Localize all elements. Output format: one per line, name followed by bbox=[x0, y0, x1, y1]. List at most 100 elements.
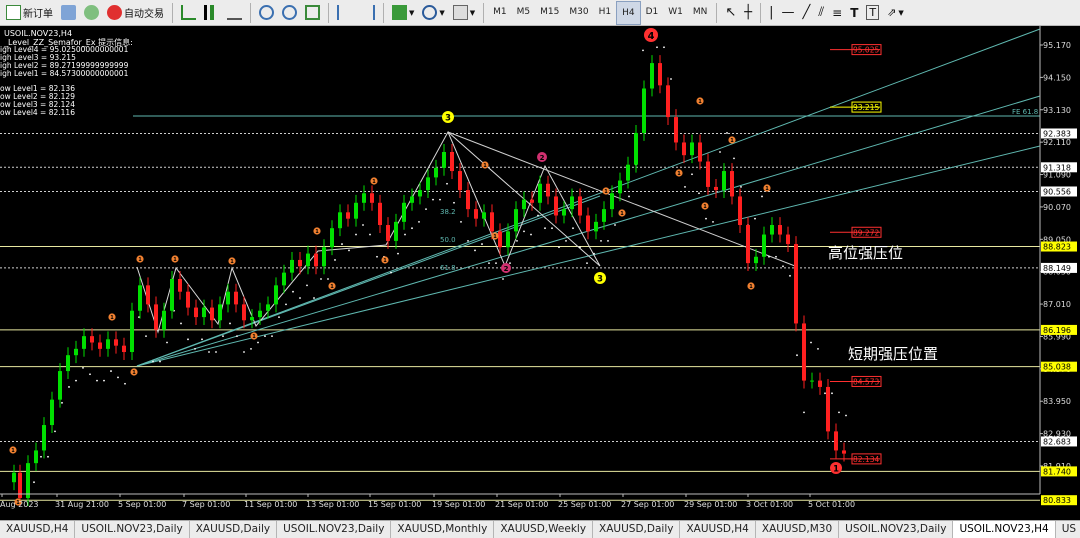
time-axis-label: 27 Sep 01:00 bbox=[621, 500, 674, 509]
crosshair-button[interactable]: ┼ bbox=[741, 2, 755, 24]
timeframe-w1[interactable]: W1 bbox=[663, 1, 688, 23]
candle-body bbox=[370, 193, 374, 203]
candle-body bbox=[442, 151, 446, 168]
vertical-line-icon: | bbox=[769, 5, 774, 20]
sar-dot bbox=[474, 249, 476, 252]
semafor-label: 1 bbox=[730, 138, 734, 144]
fibonacci-button[interactable]: ≡ bbox=[829, 2, 845, 24]
candle-body bbox=[338, 212, 342, 229]
timeframe-d1[interactable]: D1 bbox=[641, 1, 664, 23]
trendline-button[interactable]: ╱ bbox=[800, 2, 814, 24]
sar-dot bbox=[502, 278, 504, 280]
toolbar-divider bbox=[250, 2, 251, 23]
chart-tab[interactable]: XAUUSD,H4 bbox=[680, 521, 756, 538]
sar-dot bbox=[194, 347, 196, 350]
candle-body bbox=[786, 234, 790, 245]
templates-button[interactable]: ▼ bbox=[450, 2, 478, 24]
indicators-button[interactable]: ▼ bbox=[389, 2, 417, 24]
price-tag-label: 80.833 bbox=[1043, 496, 1071, 505]
price-chart[interactable]: 33422111111 1 1111111111111111 95.02593.21… bbox=[0, 26, 1080, 520]
sar-dot bbox=[460, 220, 462, 223]
channel-button[interactable]: ⫽ bbox=[815, 2, 827, 24]
sar-dot bbox=[628, 195, 630, 198]
timeframe-m1[interactable]: M1 bbox=[488, 1, 512, 23]
candle-body bbox=[330, 228, 334, 248]
candle-body bbox=[546, 183, 550, 197]
chart-tab[interactable]: US bbox=[1056, 521, 1080, 538]
candle-body bbox=[594, 221, 598, 232]
candle-body bbox=[26, 463, 30, 499]
vertical-line-button[interactable]: | bbox=[766, 2, 776, 24]
zoom-out-button[interactable] bbox=[279, 2, 300, 24]
chart-tab[interactable]: XAUUSD,M30 bbox=[756, 521, 840, 538]
chart-tab[interactable]: XAUUSD,Monthly bbox=[391, 521, 495, 538]
candle-body bbox=[50, 399, 54, 426]
price-axis-label: 92.110 bbox=[1043, 138, 1071, 147]
price-tag-label: 88.823 bbox=[1043, 243, 1071, 252]
bar-chart-button[interactable] bbox=[178, 2, 199, 24]
sar-dot bbox=[712, 220, 714, 223]
tile-windows-button[interactable] bbox=[302, 2, 323, 24]
sar-dot bbox=[726, 132, 728, 134]
chart-tab[interactable]: USOIL.NOV23,Daily bbox=[277, 521, 392, 538]
auto-trade-button[interactable]: 自动交易 bbox=[104, 2, 167, 24]
candle-body bbox=[122, 345, 126, 353]
new-order-button[interactable]: 新订单 bbox=[3, 2, 56, 24]
zoom-in-button[interactable] bbox=[256, 2, 277, 24]
sar-dot bbox=[82, 366, 84, 369]
chart-shift-button[interactable] bbox=[334, 2, 355, 24]
market-watch-button[interactable] bbox=[58, 2, 79, 24]
chart-tab[interactable]: XAUUSD,Daily bbox=[190, 521, 278, 538]
candle-body bbox=[410, 196, 414, 203]
chart-tab[interactable]: XAUUSD,Weekly bbox=[494, 521, 594, 538]
candle-chart-button[interactable] bbox=[201, 2, 222, 24]
sar-dot bbox=[565, 239, 567, 242]
timeframe-h1[interactable]: H1 bbox=[594, 1, 617, 23]
autoscroll-button[interactable] bbox=[357, 2, 378, 24]
candle-body bbox=[834, 431, 838, 451]
candle-body bbox=[250, 317, 254, 321]
short-resistance-annotation: 短期强压位置 bbox=[848, 345, 938, 363]
sar-dot bbox=[719, 151, 721, 153]
timeframe-mn[interactable]: MN bbox=[688, 1, 713, 23]
time-axis-label: 21 Sep 01:00 bbox=[495, 500, 548, 509]
candle-body bbox=[306, 253, 310, 267]
candle-body bbox=[106, 339, 110, 349]
timeframe-m15[interactable]: M15 bbox=[535, 1, 564, 23]
timeframe-m5[interactable]: M5 bbox=[512, 1, 536, 23]
globe-button[interactable] bbox=[81, 2, 102, 24]
candle-body bbox=[650, 63, 654, 89]
timeframe-m30[interactable]: M30 bbox=[564, 1, 593, 23]
zoom-in-icon bbox=[259, 5, 274, 20]
candle-body bbox=[450, 151, 454, 172]
sar-dot bbox=[327, 278, 329, 280]
timeframe-h4[interactable]: H4 bbox=[616, 0, 641, 25]
sar-dot bbox=[754, 217, 756, 220]
cursor-button[interactable]: ↖ bbox=[722, 2, 739, 24]
sar-dot bbox=[222, 335, 224, 338]
line-chart-button[interactable] bbox=[224, 2, 245, 24]
toolbar-divider bbox=[760, 2, 762, 23]
text-label-button[interactable]: T bbox=[863, 2, 882, 24]
price-tag-label: 88.149 bbox=[1043, 264, 1071, 273]
sar-dot bbox=[124, 382, 126, 385]
sar-dot bbox=[271, 335, 273, 338]
sar-dot bbox=[663, 46, 665, 49]
horizontal-line-button[interactable]: — bbox=[779, 2, 798, 24]
sar-dot bbox=[761, 195, 763, 198]
globe-icon bbox=[84, 5, 99, 20]
chart-tab[interactable]: XAUUSD,H4 bbox=[0, 521, 76, 538]
sar-dot bbox=[530, 233, 532, 236]
candle-body bbox=[522, 199, 526, 210]
chart-tab-active[interactable]: USOIL.NOV23,H4 bbox=[953, 521, 1056, 538]
text-button[interactable]: T bbox=[847, 2, 861, 24]
chart-tab[interactable]: XAUUSD,Daily bbox=[593, 521, 681, 538]
arrows-button[interactable]: ⇗ ▼ bbox=[884, 2, 907, 24]
chart-tab[interactable]: USOIL.NOV23,Daily bbox=[839, 521, 954, 538]
dropdown-arrow-icon: ▼ bbox=[409, 8, 415, 17]
sar-dot bbox=[845, 414, 847, 417]
chart-tab[interactable]: USOIL.NOV23,Daily bbox=[75, 521, 190, 538]
semafor-label: 1 bbox=[749, 284, 753, 290]
candle-body bbox=[722, 171, 726, 191]
period-button[interactable]: ▼ bbox=[419, 2, 447, 24]
